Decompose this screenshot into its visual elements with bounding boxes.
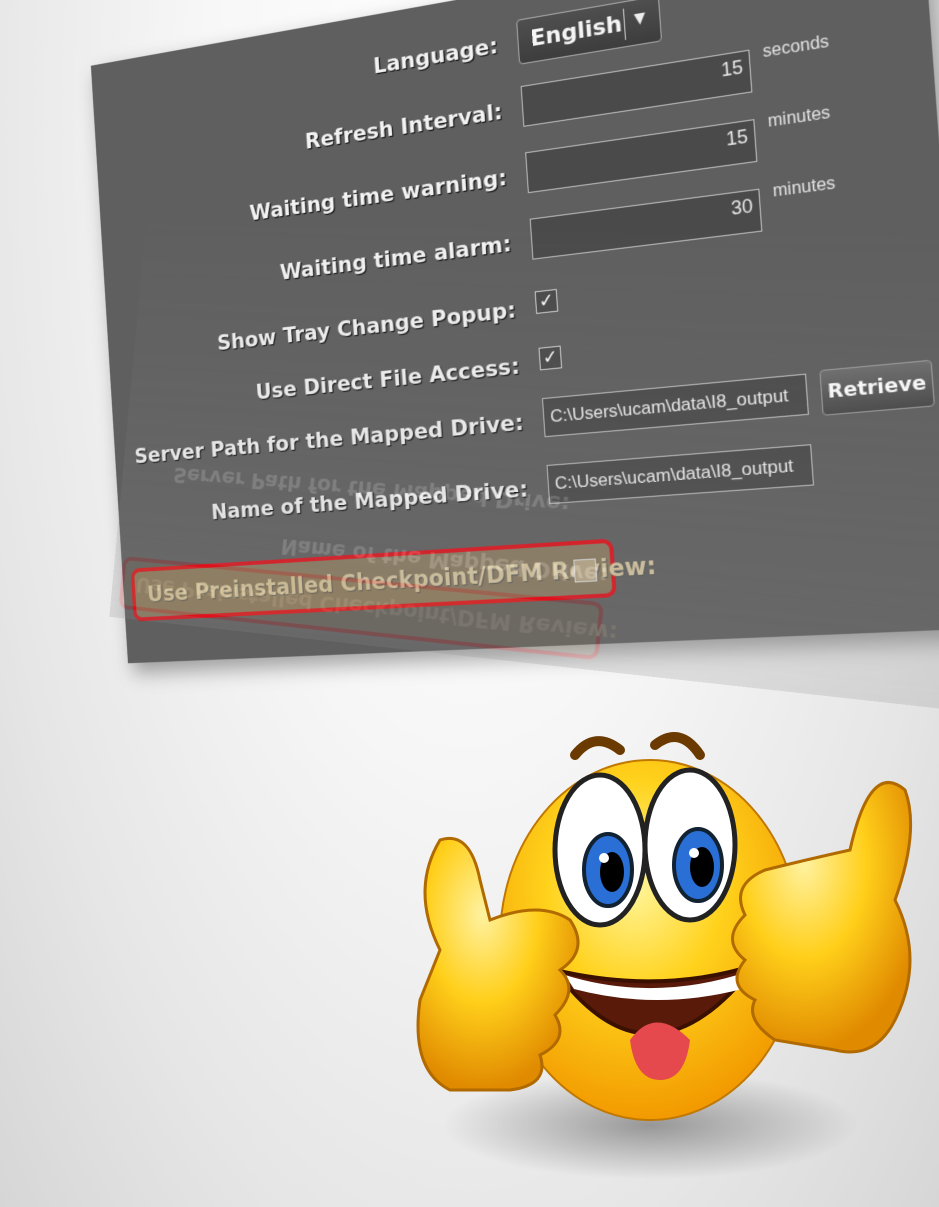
- language-dropdown[interactable]: English ▼: [516, 0, 662, 65]
- refresh-label: Refresh Interval:: [304, 99, 503, 154]
- warning-label: Waiting time warning:: [249, 165, 508, 226]
- refresh-unit: seconds: [762, 33, 830, 63]
- thumbs-up-smiley-icon: [380, 720, 920, 1140]
- warning-input[interactable]: 15: [525, 119, 757, 193]
- language-value: English: [530, 11, 623, 52]
- chevron-down-icon[interactable]: ▼: [634, 9, 646, 28]
- dropdown-separator: [623, 9, 626, 40]
- reflection-server-label: Server Path for the Mapped Drive:: [172, 462, 571, 517]
- warning-unit: minutes: [767, 104, 831, 132]
- refresh-input[interactable]: 15: [521, 50, 753, 127]
- right-eye: [645, 770, 735, 920]
- alarm-unit: minutes: [772, 174, 836, 202]
- refresh-control: 15 seconds: [521, 50, 753, 127]
- right-eyebrow: [655, 737, 700, 755]
- language-select[interactable]: English ▼: [516, 0, 662, 65]
- language-label: Language:: [373, 34, 499, 80]
- left-eyebrow: [575, 741, 620, 755]
- stage: Language: English ▼ Refresh Interval: 15…: [0, 0, 939, 1207]
- left-eye: [555, 775, 645, 925]
- warning-control: 15 minutes: [525, 119, 757, 193]
